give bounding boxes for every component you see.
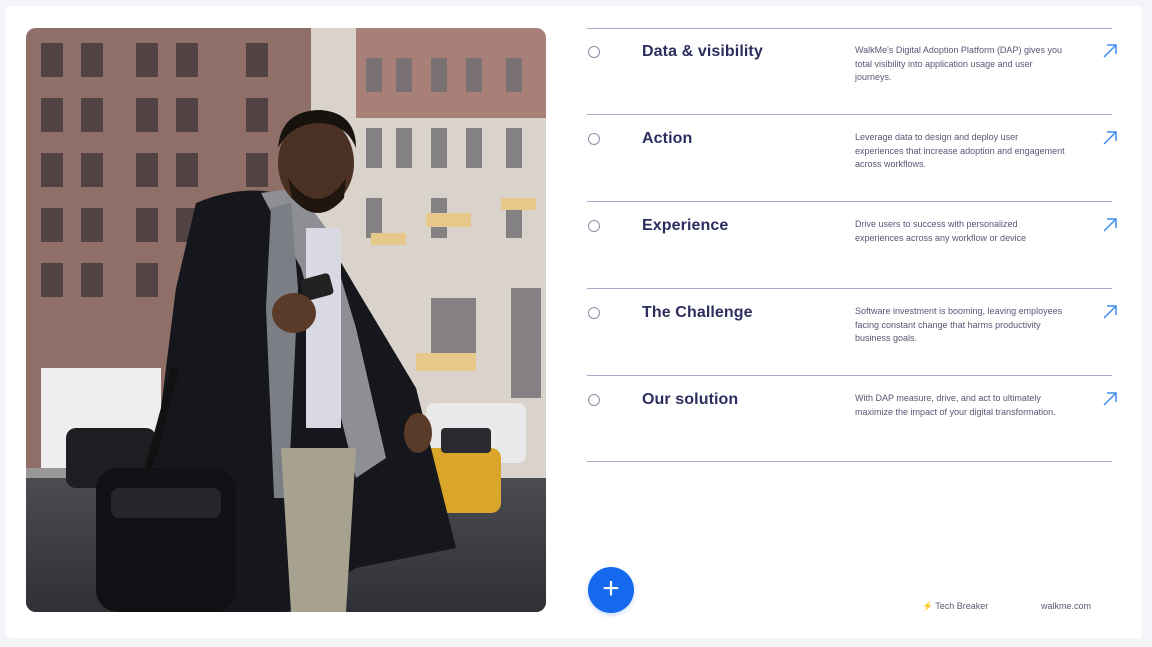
arrow-up-right-icon[interactable] — [1101, 303, 1119, 321]
feature-row-action[interactable]: Action Leverage data to design and deplo… — [587, 116, 1127, 202]
radio-button[interactable] — [588, 46, 600, 58]
divider — [587, 201, 1112, 202]
feature-description: Software investment is booming, leaving … — [855, 306, 1063, 343]
plus-icon: + — [602, 572, 620, 605]
arrow-up-right-icon[interactable] — [1101, 129, 1119, 147]
feature-row-challenge[interactable]: The Challenge Software investment is boo… — [587, 290, 1127, 376]
feature-row-solution[interactable]: Our solution With DAP measure, drive, an… — [587, 377, 1127, 463]
hero-photo — [26, 28, 546, 612]
footer-brand: ⚡ Tech Breaker — [922, 601, 988, 612]
bolt-icon: ⚡ — [922, 601, 934, 611]
footer-url[interactable]: walkme.com — [1041, 601, 1091, 611]
arrow-up-right-icon[interactable] — [1101, 390, 1119, 408]
feature-description: With DAP measure, drive, and act to ulti… — [855, 393, 1056, 417]
feature-title: Data & visibility — [642, 43, 763, 60]
radio-button[interactable] — [588, 220, 600, 232]
divider — [587, 114, 1112, 115]
arrow-up-right-icon[interactable] — [1101, 216, 1119, 234]
feature-title: The Challenge — [642, 304, 753, 321]
feature-description: WalkMe's Digital Adoption Platform (DAP)… — [855, 45, 1062, 82]
feature-row-experience[interactable]: Experience Drive users to success with p… — [587, 203, 1127, 289]
divider — [587, 375, 1112, 376]
feature-description: Leverage data to design and deploy user … — [855, 132, 1065, 169]
feature-row-data-visibility[interactable]: Data & visibility WalkMe's Digital Adopt… — [587, 29, 1127, 115]
arrow-up-right-icon[interactable] — [1101, 42, 1119, 60]
feature-title: Experience — [642, 217, 729, 234]
divider — [587, 288, 1112, 289]
feature-description: Drive users to success with personalized… — [855, 219, 1027, 243]
add-button[interactable]: + — [588, 567, 634, 613]
footer-brand-label: Tech Breaker — [935, 601, 989, 611]
radio-button[interactable] — [588, 394, 600, 406]
radio-button[interactable] — [588, 307, 600, 319]
divider — [587, 461, 1112, 462]
feature-title: Our solution — [642, 391, 739, 408]
radio-button[interactable] — [588, 133, 600, 145]
feature-title: Action — [642, 130, 693, 147]
